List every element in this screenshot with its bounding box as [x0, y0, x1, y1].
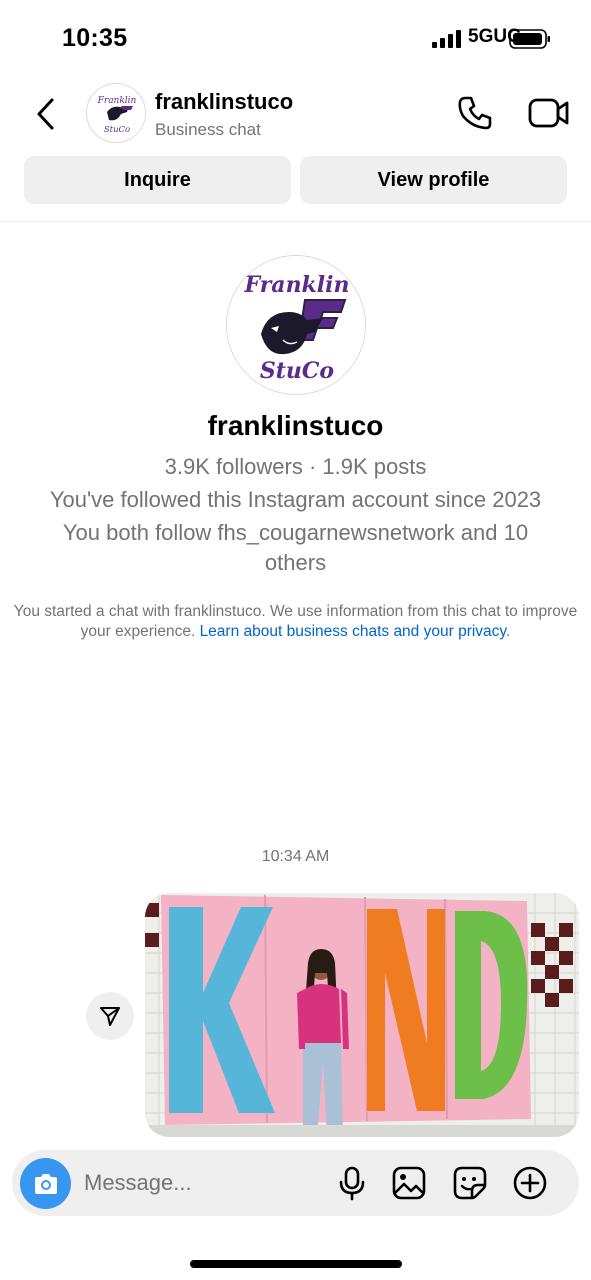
shared-photo[interactable]: [145, 893, 579, 1137]
profile-stats: 3.9K followers · 1.9K posts: [164, 454, 427, 479]
svg-text:StuCo: StuCo: [260, 358, 334, 384]
action-row: Inquire View profile: [24, 156, 567, 204]
kind-poster-photo: [145, 893, 579, 1137]
franklin-logo-icon: Franklin StuCo: [88, 85, 145, 142]
plus-icon[interactable]: [512, 1165, 548, 1201]
svg-text:Franklin: Franklin: [243, 272, 349, 298]
share-button[interactable]: [86, 992, 134, 1040]
home-indicator: [190, 1260, 402, 1268]
view-profile-button[interactable]: View profile: [300, 156, 567, 204]
franklin-stuco-logo: Franklin StuCo: [227, 256, 365, 394]
phone-icon[interactable]: [456, 94, 494, 132]
header-avatar[interactable]: Franklin StuCo: [86, 83, 146, 143]
sticker-icon[interactable]: [452, 1165, 488, 1201]
chat-header: Franklin StuCo franklinstuco Business ch…: [0, 76, 591, 154]
message-input[interactable]: [84, 1164, 324, 1202]
status-time: 10:35: [62, 24, 128, 52]
profile-username: franklinstuco: [207, 410, 384, 441]
camera-button[interactable]: [20, 1158, 71, 1209]
message-timestamp: 10:34 AM: [261, 848, 330, 865]
status-bar: 10:35 5GUC: [0, 0, 591, 70]
inquire-button[interactable]: Inquire: [24, 156, 291, 204]
signal-icon: [432, 30, 461, 48]
svg-text:StuCo: StuCo: [104, 125, 130, 135]
video-camera-icon[interactable]: [528, 96, 570, 130]
microphone-icon[interactable]: [334, 1165, 370, 1201]
followed-since: You've followed this Instagram account s…: [49, 487, 542, 512]
paper-plane-icon: [100, 1007, 120, 1026]
svg-text:Franklin: Franklin: [97, 96, 137, 106]
privacy-link[interactable]: Learn about business chats and your priv…: [200, 623, 506, 640]
mutual-followers: You both follow fhs_cougarnewsnetwork an…: [62, 520, 529, 575]
message-composer: [12, 1150, 579, 1216]
gallery-icon[interactable]: [391, 1165, 427, 1201]
header-subtitle: Business chat: [155, 120, 261, 139]
notice-end: .: [506, 622, 511, 640]
header-username[interactable]: franklinstuco: [155, 89, 293, 115]
profile-avatar[interactable]: Franklin StuCo: [226, 255, 366, 395]
camera-icon: [34, 1173, 57, 1194]
battery-icon: [509, 29, 550, 49]
business-chat-notice: You started a chat with franklinstuco. W…: [12, 602, 579, 641]
header-divider: [0, 221, 591, 222]
chevron-left-icon[interactable]: [30, 94, 66, 134]
